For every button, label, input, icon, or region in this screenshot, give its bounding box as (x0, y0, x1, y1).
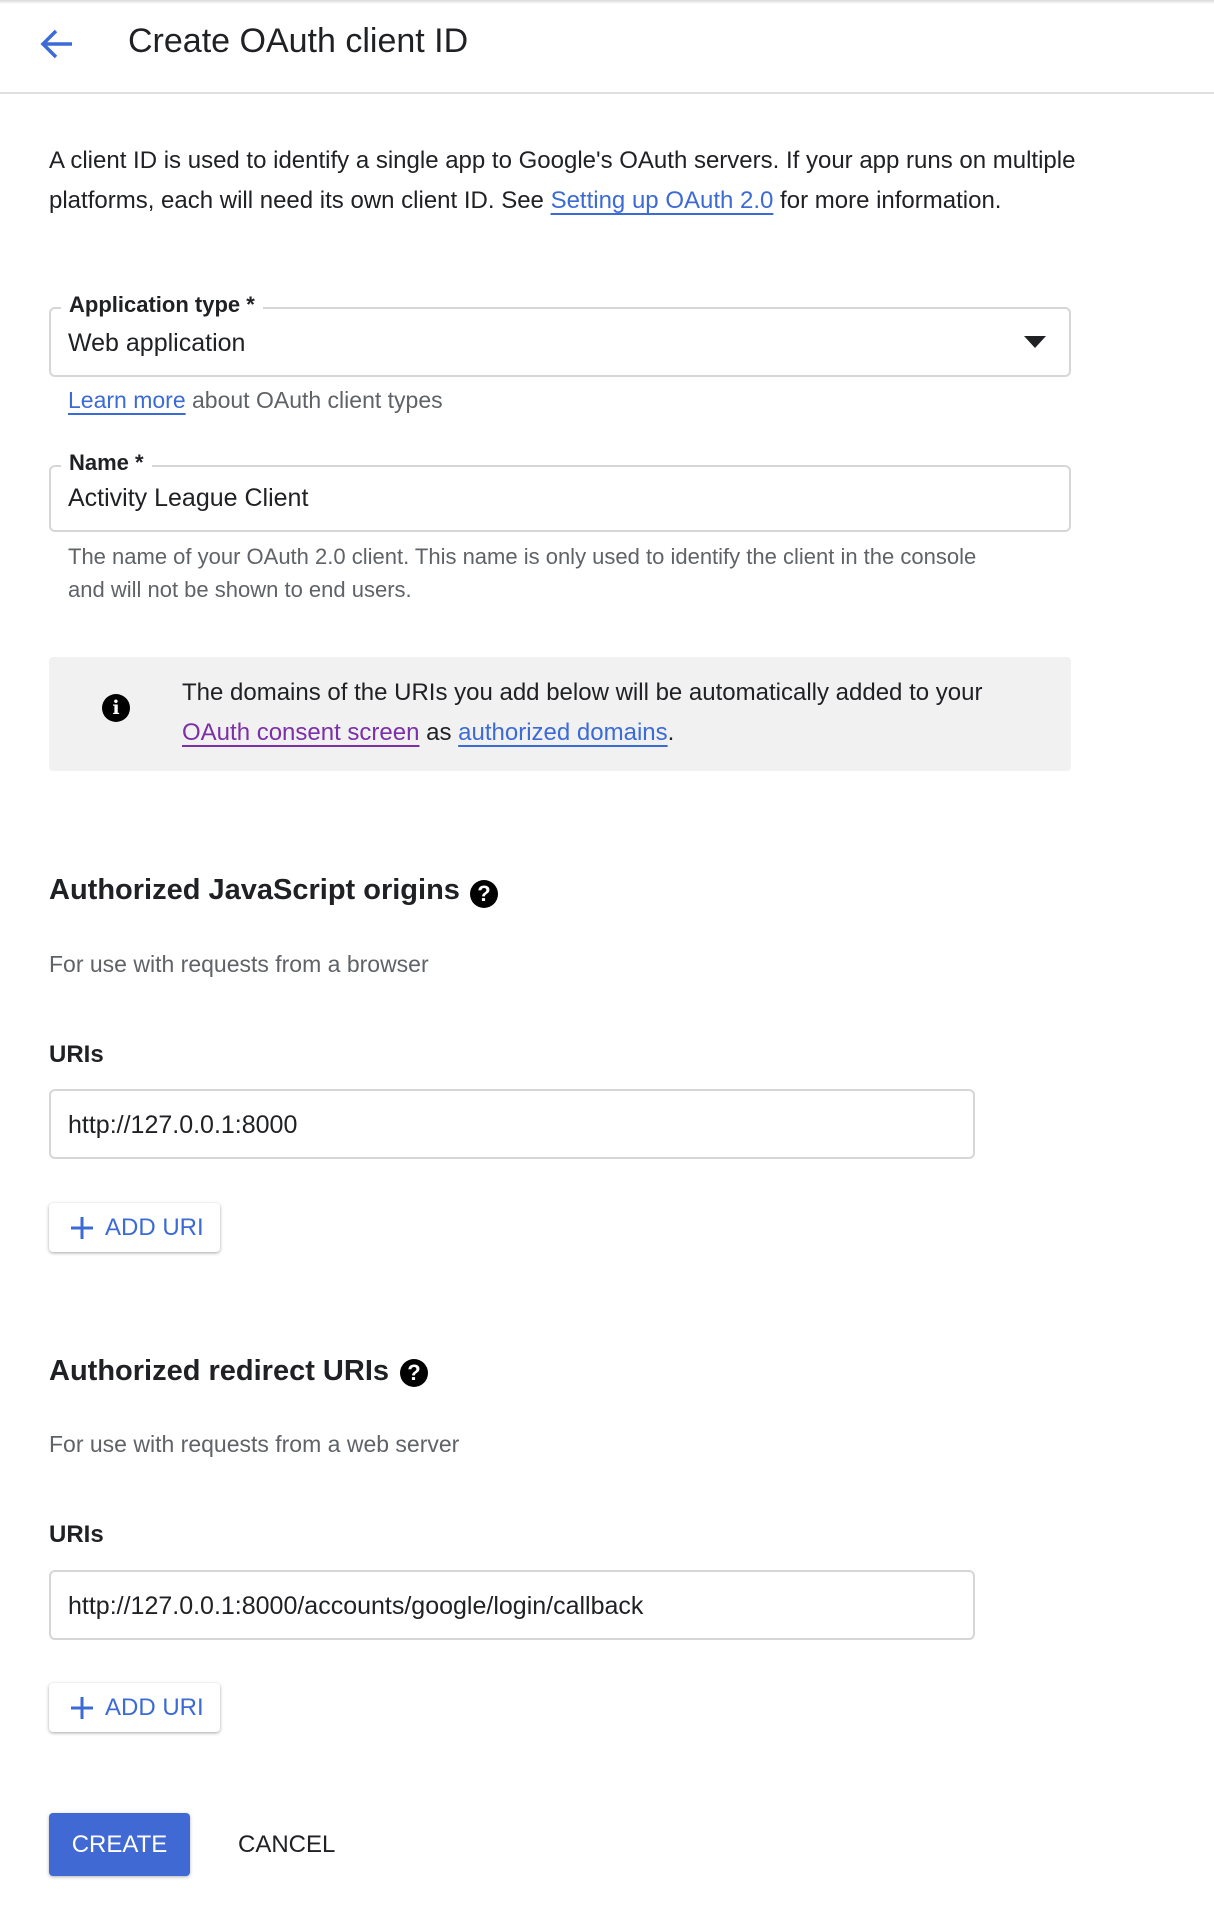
plus-icon (71, 1696, 93, 1719)
add-uri-label: ADD URI (105, 1693, 204, 1721)
cancel-button[interactable]: CANCEL (228, 1813, 345, 1876)
info-text-part: The domains of the URIs you add below wi… (182, 679, 983, 706)
learn-more-text: about OAuth client types (185, 387, 443, 413)
page-title: Create OAuth client ID (128, 22, 469, 60)
back-arrow-icon[interactable] (36, 26, 76, 62)
application-type-value: Web application (68, 329, 246, 357)
top-shadow (0, 0, 1214, 4)
plus-icon (71, 1216, 93, 1239)
application-type-select[interactable]: Application type * Web application (49, 292, 1071, 377)
redirect-uri-input[interactable]: http://127.0.0.1:8000/accounts/google/lo… (49, 1570, 975, 1640)
js-origin-uri-input[interactable]: http://127.0.0.1:8000 (49, 1089, 975, 1159)
name-label: Name * (61, 450, 152, 476)
info-text-part: as (419, 719, 459, 746)
add-uri-label: ADD URI (105, 1213, 204, 1241)
help-icon[interactable]: ? (470, 880, 498, 908)
name-input-value[interactable]: Activity League Client (68, 484, 308, 513)
application-type-label: Application type * (61, 292, 263, 318)
intro-text-end: for more information. (773, 187, 1002, 214)
setting-up-oauth-link[interactable]: Setting up OAuth 2.0 (551, 187, 774, 214)
add-js-origin-uri-button[interactable]: ADD URI (49, 1203, 220, 1252)
js-origins-heading: Authorized JavaScript origins (49, 874, 460, 906)
oauth-consent-screen-link[interactable]: OAuth consent screen (182, 719, 419, 746)
js-origins-uris-label: URIs (49, 1041, 104, 1068)
add-redirect-uri-button[interactable]: ADD URI (49, 1683, 220, 1732)
info-text: The domains of the URIs you add below wi… (182, 673, 1042, 753)
redirect-uris-subtitle: For use with requests from a web server (49, 1431, 460, 1457)
js-origins-subtitle: For use with requests from a browser (49, 951, 429, 977)
intro-text: A client ID is used to identify a single… (49, 141, 1079, 221)
create-button[interactable]: CREATE (49, 1813, 190, 1876)
info-icon: i (102, 694, 130, 722)
authorized-domains-link[interactable]: authorized domains (458, 719, 667, 746)
js-origin-uri-value[interactable]: http://127.0.0.1:8000 (68, 1111, 297, 1140)
redirect-uri-value[interactable]: http://127.0.0.1:8000/accounts/google/lo… (68, 1592, 643, 1621)
name-field[interactable]: Name * Activity League Client (49, 450, 1071, 532)
learn-more-row: Learn more about OAuth client types (68, 384, 443, 417)
info-text-part: . (667, 719, 675, 746)
redirect-uris-label: URIs (49, 1521, 104, 1548)
learn-more-link[interactable]: Learn more (68, 387, 186, 413)
info-banner: i The domains of the URIs you add below … (49, 657, 1071, 771)
help-icon[interactable]: ? (400, 1359, 428, 1387)
dropdown-triangle-icon (1024, 336, 1046, 348)
redirect-uris-heading: Authorized redirect URIs (49, 1355, 389, 1387)
name-helper-text: The name of your OAuth 2.0 client. This … (68, 544, 977, 602)
